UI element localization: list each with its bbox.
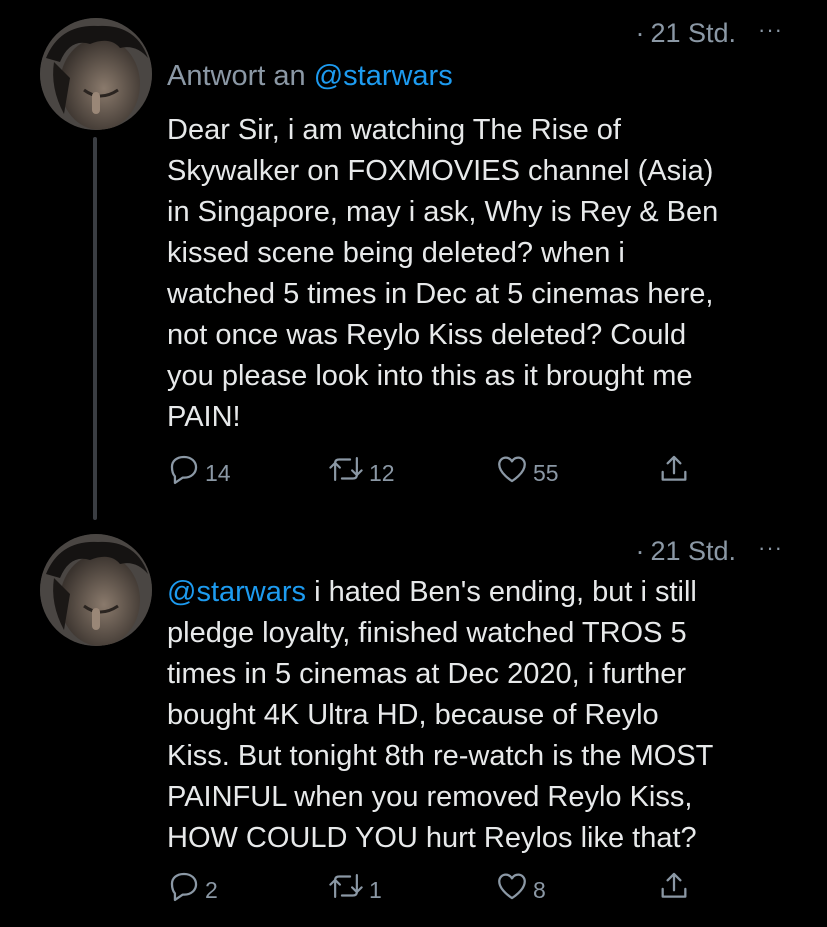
retweet-icon: [329, 874, 363, 898]
tweet-body: i hated Ben's ending, but i still pledge…: [167, 576, 714, 854]
reply-icon: [170, 872, 198, 902]
tweet-text: @starwars i hated Ben's ending, but i st…: [167, 572, 807, 859]
mention-link[interactable]: @starwars: [167, 576, 306, 608]
retweet-count: 1: [369, 876, 382, 903]
retweet-icon: [329, 457, 363, 481]
timestamp[interactable]: 21 Std.: [650, 18, 736, 49]
like-button[interactable]: 8: [495, 869, 546, 903]
more-icon[interactable]: ···: [758, 535, 783, 561]
tweet-meta: · 21 Std. ···: [635, 535, 783, 567]
timestamp[interactable]: 21 Std.: [650, 536, 736, 567]
reply-button[interactable]: 2: [167, 869, 218, 903]
separator-dot: ·: [635, 18, 645, 48]
tweet-text: Dear Sir, i am watching The Rise of Skyw…: [167, 114, 719, 433]
retweet-count: 12: [369, 459, 395, 486]
retweet-button[interactable]: 1: [327, 869, 382, 903]
avatar-photo: [40, 534, 152, 646]
reply-button[interactable]: 14: [167, 452, 231, 486]
like-icon: [498, 873, 526, 900]
tweet-meta: · 21 Std. ···: [635, 17, 783, 49]
reply-count: 2: [205, 876, 218, 903]
reply-prefix: Antwort an: [167, 60, 306, 92]
thread-line: [93, 137, 97, 520]
tweet[interactable]: · 21 Std. ··· Antwort an @starwars Dear …: [0, 0, 827, 520]
reply-context: Antwort an @starwars: [167, 60, 453, 93]
like-icon: [498, 456, 526, 483]
tweet-actions: 14 12 55: [167, 452, 707, 492]
reply-icon: [170, 455, 198, 485]
tweet-actions: 2 1 8: [167, 869, 707, 909]
share-icon: [661, 455, 687, 481]
reply-count: 14: [205, 459, 231, 486]
reply-handle-link[interactable]: @starwars: [314, 60, 453, 92]
share-button[interactable]: [657, 869, 691, 903]
share-button[interactable]: [657, 452, 691, 486]
retweet-button[interactable]: 12: [327, 452, 395, 486]
share-icon: [661, 872, 687, 898]
avatar-photo: [40, 18, 152, 130]
separator-dot: ·: [635, 536, 645, 566]
like-count: 8: [533, 876, 546, 903]
like-count: 55: [533, 459, 559, 486]
like-button[interactable]: 55: [495, 452, 559, 486]
more-icon[interactable]: ···: [758, 17, 783, 43]
avatar[interactable]: [40, 18, 152, 130]
tweet[interactable]: · 21 Std. ··· @starwars i hated Ben's en…: [0, 520, 827, 927]
avatar[interactable]: [40, 534, 152, 646]
